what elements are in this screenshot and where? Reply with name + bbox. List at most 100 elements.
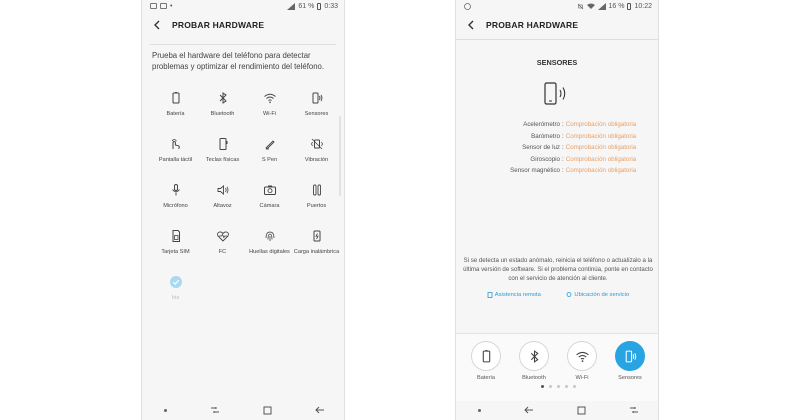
test-tab-button[interactable] xyxy=(471,341,501,371)
page-dot[interactable] xyxy=(540,385,544,388)
page-dot[interactable] xyxy=(548,385,552,388)
sensors-icon xyxy=(625,350,636,362)
hardware-test-item[interactable]: Bluetooth xyxy=(197,88,248,134)
status-bar: • 61 % 0:33 xyxy=(142,0,344,12)
hardware-test-item[interactable]: Altavoz xyxy=(197,180,248,226)
test-tab[interactable]: Sensores xyxy=(608,341,652,381)
sensor-row: Sensor de luz: Comprobación obligatoria xyxy=(456,142,658,154)
remote-assistance-link[interactable]: Asistencia remota xyxy=(487,292,541,298)
page-dot[interactable] xyxy=(564,385,568,388)
hardware-test-label: Bluetooth xyxy=(210,111,235,117)
message-notification-icon xyxy=(160,3,167,9)
back-button[interactable] xyxy=(464,18,478,32)
wireless-charging-icon xyxy=(313,230,320,242)
right-phone-screen: 16 % 10:22 PROBAR HARDWARE SENSORES Acel… xyxy=(455,0,659,420)
scrollbar[interactable] xyxy=(339,116,341,196)
hardware-test-label: Carga inalámbrica xyxy=(293,249,340,255)
hardware-test-item[interactable]: Teclas físicas xyxy=(197,134,248,180)
hardware-test-item[interactable]: Pantalla táctil xyxy=(150,134,201,180)
hardware-test-item[interactable]: FC xyxy=(197,226,248,272)
hardware-test-label: Batería xyxy=(166,111,185,117)
hardware-test-item[interactable]: Puertos xyxy=(291,180,342,226)
sensor-status: Comprobación obligatoria xyxy=(565,132,637,140)
test-tab[interactable]: Wi-Fi xyxy=(560,341,604,381)
hardware-test-label: Vibración xyxy=(304,157,329,163)
navigation-bar xyxy=(142,400,344,420)
support-links: Asistencia remota Ubicación de servicio xyxy=(456,292,658,298)
hardware-test-item[interactable]: Micrófono xyxy=(150,180,201,226)
hardware-test-item[interactable]: Vibración xyxy=(291,134,342,180)
test-tab[interactable]: Bluetooth xyxy=(512,341,556,381)
test-tab-button[interactable] xyxy=(519,341,549,371)
sensor-row: Acelerómetro: Comprobación obligatoria xyxy=(456,119,658,131)
more-notifications-icon: • xyxy=(170,2,173,10)
sim-icon xyxy=(172,230,180,242)
hardware-test-label: Micrófono xyxy=(163,203,188,209)
hardware-test-item[interactable]: S Pen xyxy=(244,134,295,180)
hardware-test-item[interactable]: Batería xyxy=(150,88,201,134)
hardware-test-item[interactable]: Sensores xyxy=(291,88,342,134)
sensor-status: Comprobación obligatoria xyxy=(565,144,637,151)
bluetooth-icon xyxy=(530,349,539,363)
battery-status-icon xyxy=(627,2,632,10)
home-icon[interactable] xyxy=(577,406,586,415)
sensor-name: Acelerómetro xyxy=(523,121,560,128)
fingerprint-icon xyxy=(265,231,274,241)
clock: 10:22 xyxy=(634,2,652,10)
recent-apps-icon[interactable] xyxy=(629,406,639,414)
hardware-test-label: Puertos xyxy=(306,203,327,209)
description-text: Prueba el hardware del teléfono para det… xyxy=(152,51,325,71)
sensor-status: Comprobación obligatoria xyxy=(565,167,637,174)
bluetooth-icon xyxy=(219,92,227,104)
service-location-label: Ubicación de servicio xyxy=(574,292,630,298)
test-tab-label: Wi-Fi xyxy=(575,375,589,381)
service-location-link[interactable]: Ubicación de servicio xyxy=(566,292,629,298)
page-dot[interactable] xyxy=(572,385,576,388)
hardware-test-label: Altavoz xyxy=(213,203,232,209)
sensor-name: Barómetro xyxy=(531,132,560,140)
hardware-test-item[interactable]: Huellas digitales xyxy=(244,226,295,272)
sensor-status: Comprobación obligatoria xyxy=(565,121,637,128)
test-tab-label: Batería xyxy=(476,375,496,381)
status-bar: 16 % 10:22 xyxy=(456,0,658,12)
app-bar: PROBAR HARDWARE xyxy=(142,12,344,38)
test-tab-button[interactable] xyxy=(615,341,645,371)
left-phone-screen: • 61 % 0:33 PROBAR HARDWARE Prueba el ha… xyxy=(141,0,345,420)
camera-icon xyxy=(263,185,276,195)
battery-percent: 16 % xyxy=(608,2,625,10)
section-title: SENSORES xyxy=(536,58,578,67)
navigation-bar xyxy=(456,400,658,420)
hardware-test-label: Iris xyxy=(171,295,180,301)
recent-apps-icon[interactable] xyxy=(210,406,220,414)
nav-dot-icon[interactable] xyxy=(477,408,481,412)
phone-sensor-icon xyxy=(544,82,566,105)
hardware-test-item[interactable]: Tarjeta SIM xyxy=(150,226,201,272)
location-pin-icon xyxy=(567,292,572,297)
sensor-row: Giroscopio: Comprobación obligatoria xyxy=(456,154,658,166)
back-arrow-icon[interactable] xyxy=(314,406,325,414)
test-tab-label: Bluetooth xyxy=(522,375,546,381)
hardware-test-item[interactable]: Wi-Fi xyxy=(244,88,295,134)
home-icon[interactable] xyxy=(263,406,272,415)
pen-icon xyxy=(264,140,275,150)
warning-text: Si se detecta un estado anómalo, reinici… xyxy=(463,257,653,283)
chevron-left-icon xyxy=(468,20,474,30)
nav-dot-icon[interactable] xyxy=(163,408,167,412)
hardware-test-item[interactable]: Carga inalámbrica xyxy=(291,226,342,272)
sensor-name: Sensor de luz xyxy=(522,144,560,151)
sensor-illustration xyxy=(456,81,658,107)
test-selector-bar: Batería Bluetooth Wi-Fi Sensores xyxy=(456,333,658,401)
hardware-test-label: Huellas digitales xyxy=(249,249,290,255)
sensor-row: Sensor magnético: Comprobación obligatori… xyxy=(456,165,658,177)
hardware-test-label: Pantalla táctil xyxy=(158,157,193,163)
touch-icon xyxy=(171,139,180,150)
test-tab[interactable]: Batería xyxy=(464,341,508,381)
hardware-test-item[interactable]: Cámara xyxy=(244,180,295,226)
test-tab-button[interactable] xyxy=(567,341,597,371)
hardware-test-item[interactable]: Iris xyxy=(150,272,201,318)
back-button[interactable] xyxy=(150,18,164,32)
page-dot[interactable] xyxy=(556,385,560,388)
wifi-icon xyxy=(263,93,276,104)
hardware-test-label: FC xyxy=(218,249,227,255)
back-arrow-icon[interactable] xyxy=(523,406,534,414)
